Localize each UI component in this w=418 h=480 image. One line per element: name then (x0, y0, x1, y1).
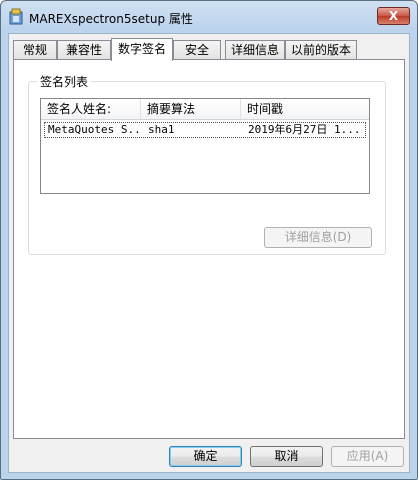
listview-header: 签名人姓名: 摘要算法 时间戳 (41, 99, 369, 120)
cell-timestamp: 2019年6月27日 1... (248, 123, 361, 136)
column-header-timestamp[interactable]: 时间戳 (241, 99, 369, 119)
tab-previous-versions[interactable]: 以前的版本 (285, 40, 357, 59)
tab-security[interactable]: 安全 (173, 40, 221, 59)
cancel-button[interactable]: 取消 (250, 446, 323, 467)
column-header-digest[interactable]: 摘要算法 (141, 99, 241, 119)
window-title: MAREXspectron5setup 属性 (29, 12, 193, 26)
signature-listview[interactable]: 签名人姓名: 摘要算法 时间戳 MetaQuotes S... sha1 201… (40, 98, 370, 194)
installer-app-icon (9, 8, 23, 25)
ok-button[interactable]: 确定 (169, 446, 242, 467)
close-icon: X (388, 9, 399, 23)
cell-digest: sha1 (148, 123, 175, 136)
cell-signer: MetaQuotes S... (48, 123, 142, 136)
column-header-signer[interactable]: 签名人姓名: (41, 99, 141, 119)
signature-details-button[interactable]: 详细信息(D) (264, 227, 372, 248)
tab-general[interactable]: 常规 (13, 40, 57, 59)
signature-list-group: 签名列表 签名人姓名: 摘要算法 时间戳 MetaQuotes S... sha… (28, 73, 386, 255)
signatures-panel: 签名列表 签名人姓名: 摘要算法 时间戳 MetaQuotes S... sha… (13, 59, 405, 439)
close-button[interactable]: X (377, 7, 410, 25)
tab-details[interactable]: 详细信息 (225, 40, 285, 59)
apply-button[interactable]: 应用(A) (331, 446, 404, 467)
dialog-client-area: 常规 兼容性 数字签名 安全 详细信息 以前的版本 签名列表 签名人姓名: 摘要… (8, 33, 410, 473)
properties-window: MAREXspectron5setup 属性 X 常规 兼容性 数字签名 安全 … (0, 0, 418, 480)
signature-list-label: 签名列表 (37, 73, 92, 90)
tab-digital-signatures[interactable]: 数字签名 (111, 38, 173, 61)
tab-compatibility[interactable]: 兼容性 (57, 40, 111, 59)
title-bar[interactable]: MAREXspectron5setup 属性 X (1, 1, 417, 33)
tab-strip: 常规 兼容性 数字签名 安全 详细信息 以前的版本 (13, 38, 405, 61)
table-row[interactable]: MetaQuotes S... sha1 2019年6月27日 1... (44, 122, 366, 138)
